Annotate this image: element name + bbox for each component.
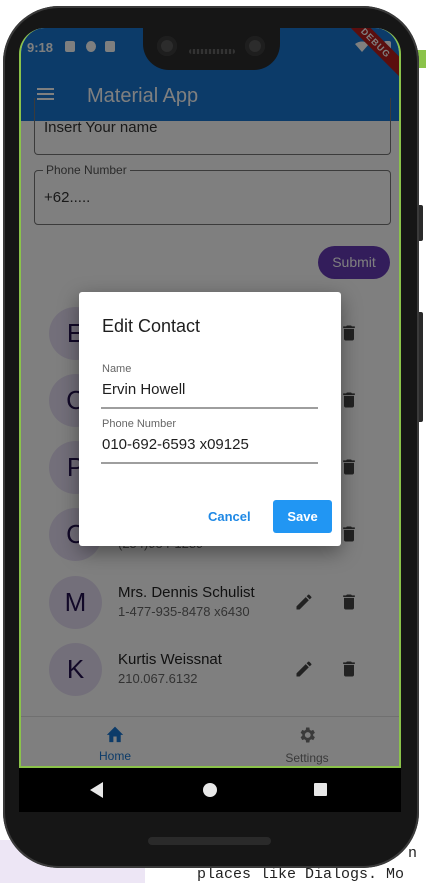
phone-field-label: Phone Number bbox=[102, 418, 176, 430]
back-icon[interactable] bbox=[90, 782, 103, 798]
recents-icon[interactable] bbox=[314, 783, 327, 796]
background-code-char: n bbox=[408, 845, 418, 862]
home-circle-icon[interactable] bbox=[203, 783, 217, 797]
name-field-label: Name bbox=[102, 363, 132, 375]
save-button[interactable]: Save bbox=[273, 500, 332, 533]
phone-input-underline bbox=[101, 462, 318, 464]
system-navigation-bar bbox=[19, 768, 401, 812]
name-input-underline bbox=[101, 407, 318, 409]
background-code-line: places like Dialogs. Mo bbox=[197, 866, 405, 883]
camera-notch bbox=[143, 28, 280, 70]
front-camera bbox=[245, 36, 265, 56]
edit-contact-dialog: Edit Contact Name Ervin Howell Phone Num… bbox=[79, 292, 341, 546]
bottom-speaker bbox=[148, 837, 271, 845]
earpiece bbox=[189, 49, 235, 54]
cancel-button[interactable]: Cancel bbox=[208, 509, 251, 524]
power-button bbox=[419, 312, 423, 422]
phone-input[interactable]: 010-692-6593 x09125 bbox=[102, 436, 249, 453]
front-camera bbox=[157, 36, 177, 56]
dialog-title: Edit Contact bbox=[102, 316, 201, 336]
volume-button bbox=[419, 205, 423, 241]
name-input[interactable]: Ervin Howell bbox=[102, 381, 185, 398]
